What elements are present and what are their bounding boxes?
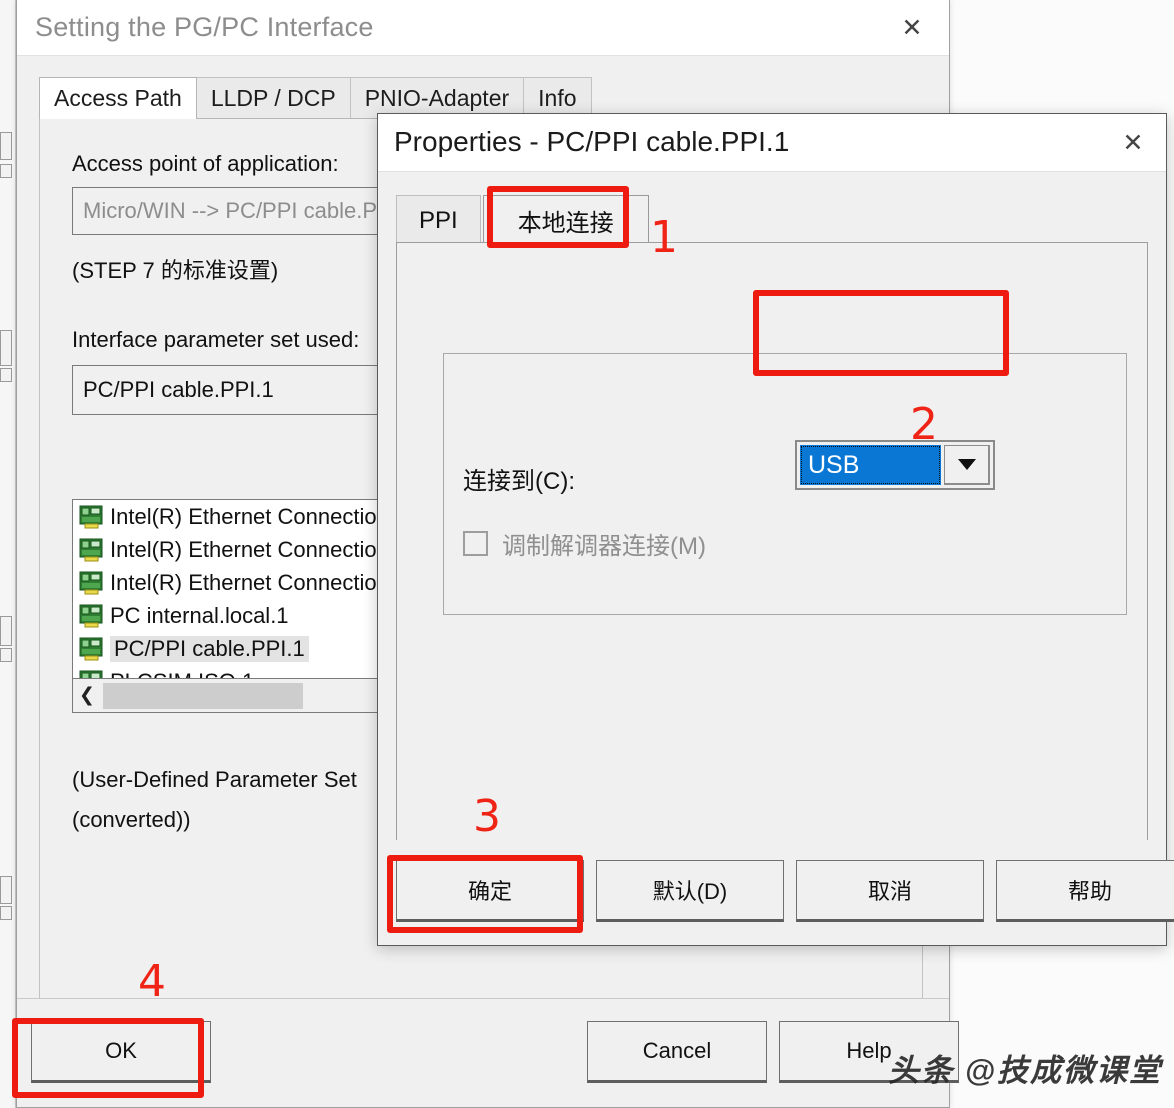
connect-to-label-text: 连接到(C):: [463, 468, 575, 495]
tab-label: Info: [538, 85, 577, 111]
connect-to-selected-value[interactable]: USB: [800, 445, 941, 485]
page-title: Setting the PG/PC Interface: [35, 12, 374, 42]
list-item-label: Intel(R) Ethernet Connection: [110, 503, 389, 529]
screenshot-root: Setting the PG/PC Interface ✕ Access Pat…: [0, 0, 1174, 1108]
close-icon[interactable]: ✕: [1110, 123, 1156, 163]
connect-to-combobox[interactable]: USB: [795, 440, 995, 490]
outer-buttonbar: OK Cancel Help: [17, 998, 959, 1107]
default-button[interactable]: 默认(D): [596, 860, 784, 922]
network-card-icon: [79, 637, 106, 661]
dialog-title: Properties - PC/PPI cable.PPI.1: [394, 126, 790, 157]
ok-button[interactable]: OK: [31, 1021, 211, 1083]
confirm-button[interactable]: 确定: [396, 860, 584, 922]
tab-access-path[interactable]: Access Path: [39, 77, 197, 119]
help-button[interactable]: 帮助: [996, 860, 1174, 922]
tab-ppi[interactable]: PPI: [396, 195, 481, 245]
chevron-left-icon[interactable]: ❮: [73, 679, 101, 712]
tab-label: 本地连接: [517, 210, 614, 237]
modem-checkbox[interactable]: [463, 531, 488, 556]
modem-connection-row[interactable]: 调制解调器连接(M): [463, 526, 706, 561]
converted-note-line2: (converted)): [72, 807, 191, 832]
access-point-label: Access point of application:: [72, 151, 339, 176]
background-window-fragment: [0, 616, 12, 646]
modem-checkbox-label: 调制解调器连接(M): [502, 533, 706, 560]
watermark: 头条 @技成微课堂: [888, 1053, 1162, 1088]
tab-local-connection[interactable]: 本地连接: [482, 195, 649, 245]
list-item-label: PC/PPI cable.PPI.1: [110, 635, 309, 662]
tab-label: PPI: [419, 206, 458, 234]
tab-label: PNIO-Adapter: [364, 85, 510, 111]
properties-titlebar: Properties - PC/PPI cable.PPI.1 ✕: [378, 114, 1166, 172]
network-card-icon: [79, 604, 106, 628]
local-connection-panel: 连接到(C): USB 调制解调器连接(M): [396, 242, 1148, 918]
network-card-icon: [79, 538, 106, 562]
outer-titlebar: Setting the PG/PC Interface ✕: [17, 0, 949, 56]
interface-parameter-label: Interface parameter set used:: [72, 327, 360, 352]
cancel-button[interactable]: Cancel: [587, 1021, 767, 1083]
network-card-icon: [79, 571, 106, 595]
background-window-fragment: [0, 876, 12, 904]
scrollbar-thumb[interactable]: [103, 682, 303, 709]
background-window-fragment: [0, 648, 12, 662]
background-window-fragment: [0, 330, 12, 366]
background-window-fragment: [0, 132, 12, 160]
list-item-label: Intel(R) Ethernet Connection: [110, 569, 389, 595]
list-item-label: PC internal.local.1: [110, 602, 289, 628]
connect-to-label: 连接到(C):: [463, 461, 575, 496]
tab-lldp-dcp[interactable]: LLDP / DCP: [195, 77, 351, 119]
caret-glyph: [957, 459, 976, 470]
cancel-button[interactable]: 取消: [796, 860, 984, 922]
list-item-label: PLCSIM ISO.1: [110, 669, 254, 679]
background-window-fragment: [0, 906, 12, 920]
close-icon[interactable]: ✕: [889, 8, 935, 48]
network-card-icon: [79, 505, 106, 529]
converted-note-line1: (User-Defined Parameter Set: [72, 767, 357, 792]
properties-body: PPI 本地连接 连接到(C): USB 调制解调器连接(M) 确定 默认(D)…: [378, 172, 1174, 945]
background-window-fragment: [0, 164, 12, 178]
properties-buttonbar: 确定 默认(D) 取消 帮助: [378, 840, 1174, 945]
list-item-label: Intel(R) Ethernet Connection: [110, 536, 389, 562]
network-card-icon: [79, 670, 106, 678]
background-window-fragment: [0, 368, 12, 382]
chevron-down-icon[interactable]: [944, 445, 990, 485]
properties-dialog: Properties - PC/PPI cable.PPI.1 ✕ PPI 本地…: [377, 113, 1174, 946]
properties-tabstrip: PPI 本地连接: [396, 195, 651, 245]
standard-setting-note: (STEP 7 的标准设置): [72, 258, 279, 283]
tab-label: LLDP / DCP: [210, 85, 336, 111]
tab-label: Access Path: [54, 85, 182, 111]
